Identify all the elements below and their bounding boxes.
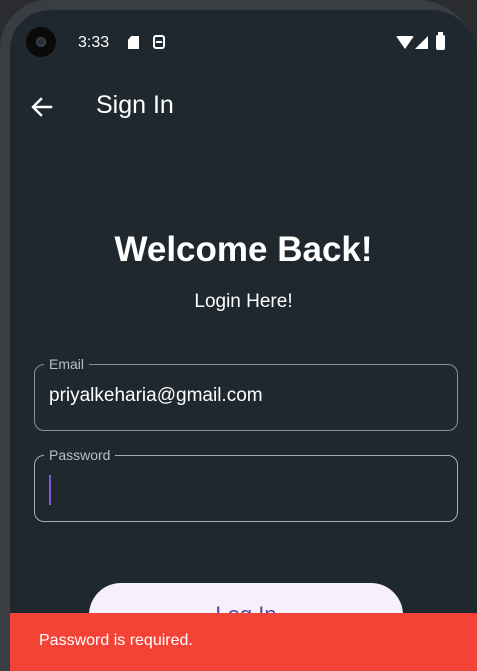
- email-input[interactable]: [49, 385, 439, 407]
- password-label: Password: [44, 446, 116, 464]
- error-snackbar: Password is required.: [10, 613, 477, 671]
- sim-icon: [153, 35, 165, 49]
- battery-icon: [436, 32, 445, 50]
- snackbar-message: Password is required.: [39, 632, 193, 649]
- app-screen: 3:33 Sign In Welcome Back! Login Here! E…: [10, 10, 477, 671]
- front-camera: [26, 27, 56, 57]
- page-title: Sign In: [96, 91, 174, 119]
- back-button[interactable]: [28, 93, 56, 121]
- phone-frame: 3:33 Sign In Welcome Back! Login Here! E…: [0, 0, 477, 671]
- email-label: Email: [44, 355, 90, 373]
- password-input[interactable]: [49, 476, 439, 498]
- email-field[interactable]: Email: [34, 355, 458, 431]
- signal-icon: [415, 36, 428, 49]
- status-time: 3:33: [78, 34, 110, 51]
- wifi-icon: [396, 36, 414, 49]
- password-field[interactable]: Password: [34, 446, 458, 522]
- sd-card-icon: [128, 36, 139, 49]
- arrow-left-icon: [31, 97, 53, 117]
- login-subheading: Login Here!: [194, 291, 293, 312]
- welcome-heading: Welcome Back!: [114, 230, 373, 269]
